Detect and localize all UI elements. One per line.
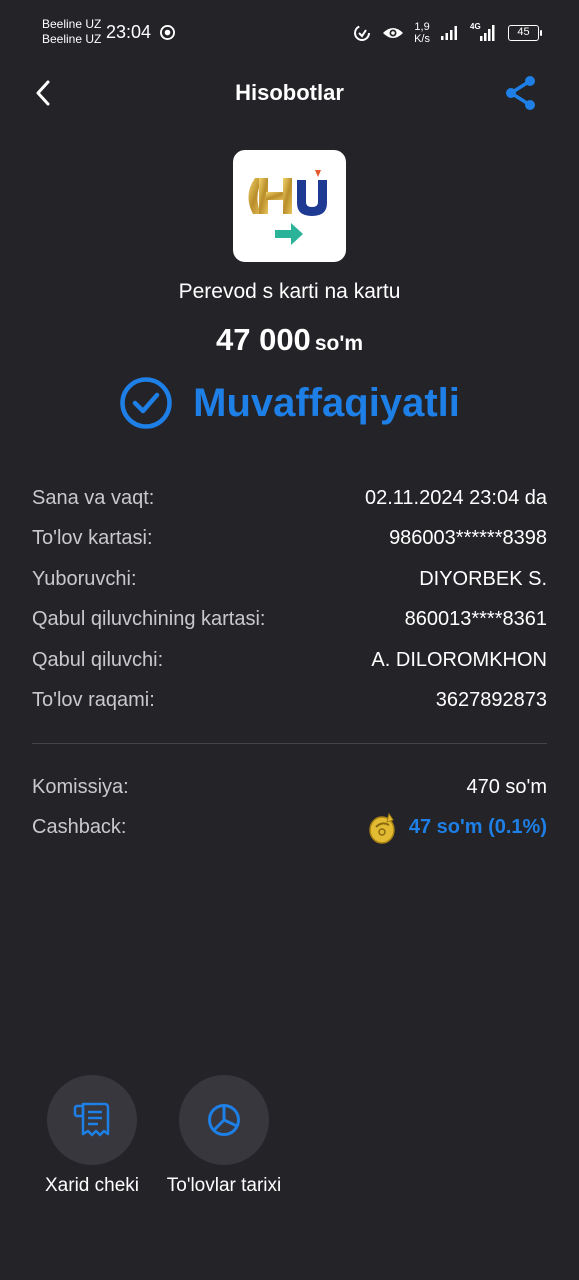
detail-row-recipient: Qabul qiluvchi: A. DILOROMKHON <box>32 640 547 681</box>
detail-row-sender: Yuboruvchi: DIYORBEK S. <box>32 559 547 600</box>
detail-value: 860013****8361 <box>404 608 547 631</box>
share-icon <box>506 76 535 110</box>
carrier-1: Beeline UZ <box>42 17 102 31</box>
coin-hand-icon <box>369 812 395 844</box>
battery-icon: 45 <box>508 25 542 41</box>
detail-value: DIYORBEK S. <box>419 567 547 590</box>
detail-label: To'lov raqami: <box>32 689 155 712</box>
commission-value: 470 so'm <box>466 775 547 798</box>
page-title: Hisobotlar <box>235 80 344 105</box>
receipt-button-circle[interactable] <box>47 1075 137 1165</box>
eye-icon <box>383 28 404 38</box>
cashback-amount: 47 so'm (0.1%) <box>367 811 547 845</box>
receipt-label: Xarid cheki <box>45 1175 139 1196</box>
status-time: 23:04 <box>106 22 152 42</box>
pie-chart-icon <box>208 1104 240 1136</box>
detail-value: 3627892873 <box>435 689 547 712</box>
chrome-icon <box>160 25 175 40</box>
detail-value: 02.11.2024 23:04 da <box>364 486 547 509</box>
cashback-value: 47 so'm (0.1%) <box>408 816 547 839</box>
payment-history-button[interactable]: To'lovlar tarixi <box>159 1075 289 1197</box>
signal-bars-icon <box>480 25 495 41</box>
network-speed: 1,9 K/s <box>414 21 430 45</box>
receipt-button[interactable]: Xarid cheki <box>27 1075 157 1197</box>
app-header: Hisobotlar <box>0 70 579 116</box>
commission-label: Komissiya: <box>32 775 129 798</box>
transfer-type: Perevod s karti na kartu <box>178 280 401 303</box>
detail-label: Yuboruvchi: <box>32 567 137 590</box>
status-text: Muvaffaqiyatli <box>193 380 460 425</box>
detail-value: 986003******8398 <box>389 527 547 550</box>
share-button[interactable] <box>503 75 539 111</box>
cashback-row: Cashback: 47 so'm (0.1%) <box>32 808 547 849</box>
humo-logo <box>233 150 346 262</box>
signal-4g-icon: 4G <box>470 22 498 42</box>
speed-unit: K/s <box>414 33 430 45</box>
amount-currency: so'm <box>314 332 363 355</box>
detail-label: To'lov kartasi: <box>32 527 153 550</box>
fee-details: Komissiya: 470 so'm Cashback: 47 so'm (0… <box>32 767 547 848</box>
status-row: Muvaffaqiyatli <box>0 375 579 431</box>
amount-value: 47 000 <box>215 322 311 357</box>
signal-icon <box>441 26 457 40</box>
detail-row-payment-card: To'lov kartasi: 986003******8398 <box>32 519 547 560</box>
payment-history-button-circle[interactable] <box>179 1075 269 1165</box>
check-circle-icon <box>120 377 172 429</box>
data-saver-icon <box>354 25 371 41</box>
status-indicators: 1,9 K/s 4G 45 <box>352 20 542 46</box>
carrier-2: Beeline UZ <box>42 32 102 46</box>
detail-label: Qabul qiluvchining kartasi: <box>32 608 266 631</box>
status-bar: Beeline UZ Beeline UZ 23:04 1,9 K/s 4G 4… <box>0 0 579 62</box>
detail-row-payment-number: To'lov raqami: 3627892873 <box>32 681 547 722</box>
divider <box>32 743 547 744</box>
detail-value: A. DILOROMKHON <box>371 648 547 671</box>
receipt-icon <box>73 1102 110 1137</box>
humo-transfer-logo-icon <box>248 170 327 245</box>
cashback-label: Cashback: <box>32 816 127 839</box>
detail-row-recipient-card: Qabul qiluvchining kartasi: 860013****83… <box>32 600 547 641</box>
transfer-amount: 47 000 so'm <box>0 322 579 358</box>
carrier-names: Beeline UZ Beeline UZ <box>42 17 101 47</box>
detail-row-datetime: Sana va vaqt: 02.11.2024 23:04 da <box>32 478 547 519</box>
commission-row: Komissiya: 470 so'm <box>32 767 547 808</box>
detail-label: Qabul qiluvchi: <box>32 648 164 671</box>
payment-history-label: To'lovlar tarixi <box>166 1175 282 1196</box>
detail-label: Sana va vaqt: <box>32 486 155 509</box>
speed-value: 1,9 <box>414 21 430 33</box>
transaction-details: Sana va vaqt: 02.11.2024 23:04 da To'lov… <box>32 478 547 721</box>
